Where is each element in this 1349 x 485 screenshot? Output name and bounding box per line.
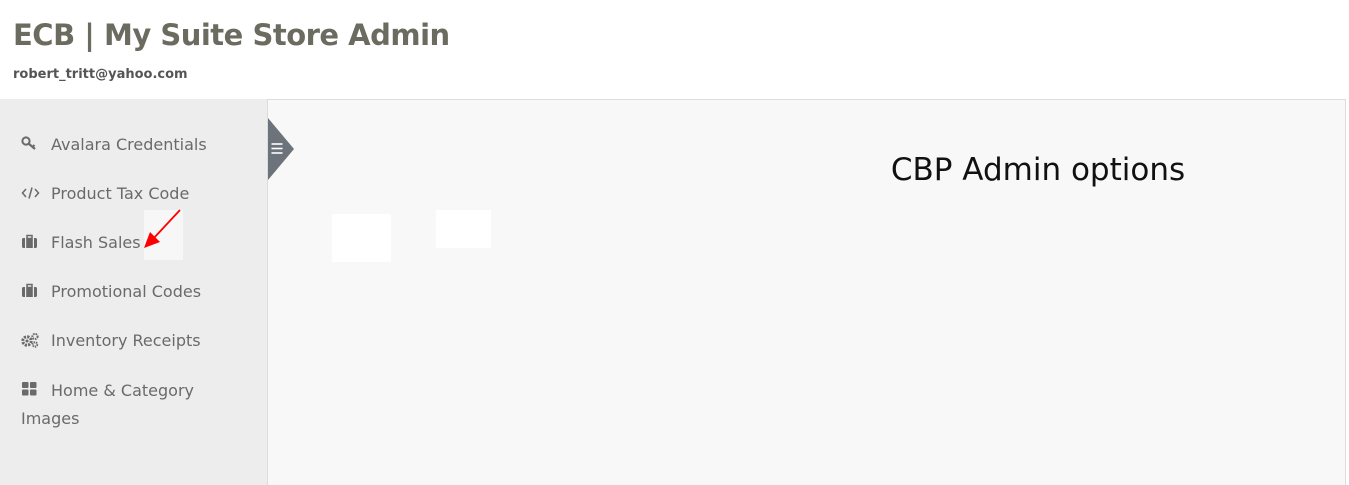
app-header: ECB | My Suite Store Admin robert_tritt@… [0,0,1349,99]
main-content: CBP Admin options [268,99,1346,485]
sidebar-item-label: Inventory Receipts [51,331,201,350]
blank-tile [436,210,491,248]
code-icon [21,185,40,201]
sidebar-item-label: Product Tax Code [51,184,190,203]
sidebar-item-label: Home & Category Images [21,381,194,428]
sidebar-item-flash-sales[interactable]: Flash Sales [21,233,141,252]
sidebar-item-inventory-receipts[interactable]: Inventory Receipts [21,331,201,350]
sidebar-item-label: Promotional Codes [51,282,202,301]
sidebar-item-label: Flash Sales [51,233,141,252]
sidebar-item-promotional-codes[interactable]: Promotional Codes [21,282,201,301]
key-icon [21,136,39,152]
sidebar-item-label: Avalara Credentials [51,135,207,154]
blank-tile [332,214,391,262]
gears-icon [21,332,39,348]
grid-icon [21,378,39,396]
sidebar-item-avalara-credentials[interactable]: Avalara Credentials [21,135,207,154]
sidebar-toggle-button[interactable] [268,118,294,180]
page-title: CBP Admin options [890,152,1186,188]
sidebar: Avalara Credentials Product Tax Code Fla… [0,99,268,485]
app-title: ECB | My Suite Store Admin [13,18,450,52]
sidebar-item-home-category-images[interactable]: Home & Category Images [21,377,251,433]
briefcase-icon [21,283,39,299]
sidebar-item-product-tax-code[interactable]: Product Tax Code [21,184,189,203]
user-email: robert_tritt@yahoo.com [13,67,188,82]
briefcase-icon [21,234,39,250]
